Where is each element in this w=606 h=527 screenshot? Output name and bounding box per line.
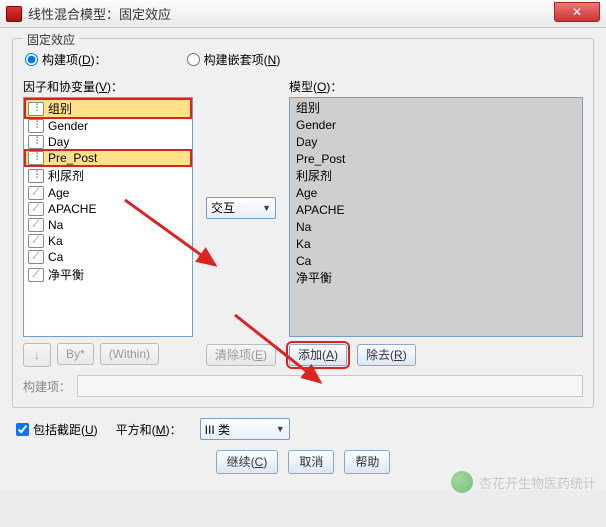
list-item[interactable]: 净平衡 <box>25 265 191 284</box>
factor-icon <box>28 102 44 116</box>
model-listbox[interactable]: 组别GenderDayPre_Post利尿剂AgeAPACHENaKaCa净平衡 <box>289 97 583 337</box>
build-term-box <box>77 375 583 397</box>
model-item[interactable]: 组别 <box>294 100 578 117</box>
list-item[interactable]: 利尿剂 <box>25 166 191 185</box>
group-legend: 固定效应 <box>23 31 79 48</box>
list-item-label: 组别 <box>48 100 72 117</box>
build-term-row: 构建项： <box>23 375 583 397</box>
window-title: 线性混合模型：固定效应 <box>28 4 171 23</box>
model-item[interactable]: Na <box>294 219 578 236</box>
covariate-icon <box>28 218 44 232</box>
model-item[interactable]: 利尿剂 <box>294 168 578 185</box>
radio-build-terms-input[interactable] <box>25 53 38 66</box>
model-item[interactable]: Age <box>294 185 578 202</box>
list-item[interactable]: Day <box>25 134 191 150</box>
model-item[interactable]: Day <box>294 134 578 151</box>
factor-icon <box>28 135 44 149</box>
list-item-label: 净平衡 <box>48 266 84 283</box>
clear-term-button: 清除项(E) <box>206 344 276 366</box>
list-item-label: Ka <box>48 234 63 248</box>
factors-label: 因子和协变量(V)： <box>23 78 193 95</box>
radio-build-nested-input[interactable] <box>187 53 200 66</box>
list-item-label: Gender <box>48 119 88 133</box>
chevron-down-icon: ▼ <box>262 203 271 213</box>
within-button: (Within) <box>100 343 159 365</box>
model-item[interactable]: 净平衡 <box>294 270 578 287</box>
app-icon <box>6 6 22 22</box>
covariate-icon <box>28 202 44 216</box>
covariate-icon <box>28 186 44 200</box>
under-lists-row: ↓ By* (Within) 清除项(E) 添加(A) 除去(R) <box>23 343 583 367</box>
help-button[interactable]: 帮助 <box>344 450 390 474</box>
model-label: 模型(O)： <box>289 78 583 95</box>
list-item-label: 利尿剂 <box>48 167 84 184</box>
columns: 因子和协变量(V)： 组别GenderDayPre_Post利尿剂AgeAPAC… <box>23 78 583 337</box>
interaction-combo-value: 交互 <box>211 199 235 216</box>
move-down-button: ↓ <box>23 343 51 367</box>
factors-listbox[interactable]: 组别 Gender Day Pre_Post 利尿剂 Age APACHE Na Ka Ca 净平衡 <box>23 97 193 337</box>
close-button[interactable]: ✕ <box>554 2 600 22</box>
sos-combo[interactable]: III 类 ▼ <box>200 418 290 440</box>
continue-button[interactable]: 继续(C) <box>216 450 279 474</box>
radio-row: 构建项(D)： 构建嵌套项(N) <box>23 47 583 78</box>
middle-column: 交互 ▼ <box>201 78 281 337</box>
watermark: 杏花开生物医药统计 <box>451 471 596 493</box>
chevron-down-icon: ▼ <box>276 424 285 434</box>
list-item[interactable]: APACHE <box>25 201 191 217</box>
list-item-label: APACHE <box>48 202 96 216</box>
titlebar: 线性混合模型：固定效应 ✕ <box>0 0 606 28</box>
radio-build-nested[interactable]: 构建嵌套项(N) <box>187 51 281 68</box>
covariate-icon <box>28 250 44 264</box>
watermark-text: 杏花开生物医药统计 <box>479 473 596 492</box>
factor-icon <box>28 169 44 183</box>
cancel-button[interactable]: 取消 <box>288 450 334 474</box>
remove-button[interactable]: 除去(R) <box>357 344 416 366</box>
list-item[interactable]: Gender <box>25 118 191 134</box>
list-item[interactable]: Na <box>25 217 191 233</box>
list-item-label: Na <box>48 218 63 232</box>
covariate-icon <box>28 234 44 248</box>
factor-icon <box>28 151 44 165</box>
factors-column: 因子和协变量(V)： 组别 Gender Day Pre_Post 利尿剂 Age APAC… <box>23 78 193 337</box>
footer-options-row: 包括截距(U) 平方和(M)： III 类 ▼ <box>12 414 594 440</box>
list-item-label: Day <box>48 135 69 149</box>
dialog-body: 固定效应 构建项(D)： 构建嵌套项(N) 因子和协变量(V)： 组别Gende… <box>0 28 606 490</box>
factor-icon <box>28 119 44 133</box>
list-item-label: Ca <box>48 250 63 264</box>
model-item[interactable]: APACHE <box>294 202 578 219</box>
sos-combo-value: III 类 <box>205 421 230 438</box>
model-column: 模型(O)： 组别GenderDayPre_Post利尿剂AgeAPACHENa… <box>289 78 583 337</box>
sos-label: 平方和(M)： <box>116 421 182 438</box>
wechat-icon <box>451 471 473 493</box>
radio-build-terms[interactable]: 构建项(D)： <box>25 51 107 68</box>
model-item[interactable]: Ca <box>294 253 578 270</box>
model-item[interactable]: Pre_Post <box>294 151 578 168</box>
include-intercept-check[interactable]: 包括截距(U) <box>16 421 98 438</box>
by-button: By* <box>57 343 94 365</box>
list-item-label: Pre_Post <box>48 151 97 165</box>
list-item[interactable]: Ka <box>25 233 191 249</box>
list-item[interactable]: Age <box>25 185 191 201</box>
list-item[interactable]: Pre_Post <box>25 150 191 166</box>
interaction-combo[interactable]: 交互 ▼ <box>206 197 276 219</box>
list-item-label: Age <box>48 186 69 200</box>
model-item[interactable]: Gender <box>294 117 578 134</box>
include-intercept-input[interactable] <box>16 423 29 436</box>
build-term-label: 构建项： <box>23 378 71 395</box>
model-item[interactable]: Ka <box>294 236 578 253</box>
covariate-icon <box>28 268 44 282</box>
fixed-effects-group: 固定效应 构建项(D)： 构建嵌套项(N) 因子和协变量(V)： 组别Gende… <box>12 38 594 408</box>
list-item[interactable]: 组别 <box>25 99 191 118</box>
list-item[interactable]: Ca <box>25 249 191 265</box>
add-button[interactable]: 添加(A) <box>289 344 347 366</box>
